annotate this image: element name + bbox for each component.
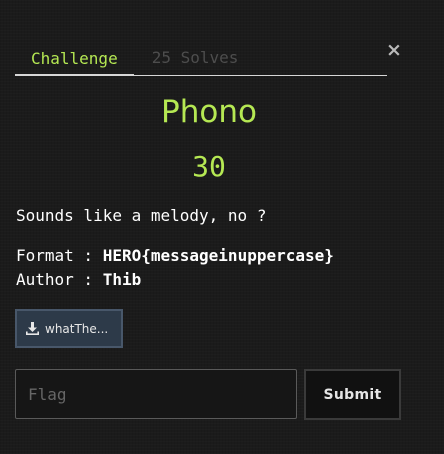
author-value: Thib: [102, 270, 142, 289]
close-icon[interactable]: ×: [386, 40, 402, 60]
tab-challenge[interactable]: Challenge: [15, 50, 134, 76]
format-label: Format :: [16, 246, 103, 265]
format-value: HERO{messageinuppercase}: [102, 246, 334, 265]
challenge-name: Phono: [161, 94, 257, 130]
flag-input[interactable]: [15, 369, 297, 419]
download-icon: [26, 322, 39, 335]
format-line: Format : HERO{messageinuppercase}: [16, 246, 334, 266]
file-name: whatThe...: [45, 321, 109, 336]
author-label: Author :: [16, 270, 103, 289]
tab-solves[interactable]: 25 Solves: [134, 49, 255, 75]
challenge-points: 30: [192, 150, 226, 183]
author-line: Author : Thib: [16, 270, 141, 290]
challenge-description: Sounds like a melody, no ?: [16, 206, 267, 225]
modal-tabs: Challenge 25 Solves: [15, 40, 387, 76]
file-download-button[interactable]: whatThe...: [15, 309, 123, 348]
submit-button[interactable]: Submit: [304, 369, 401, 420]
